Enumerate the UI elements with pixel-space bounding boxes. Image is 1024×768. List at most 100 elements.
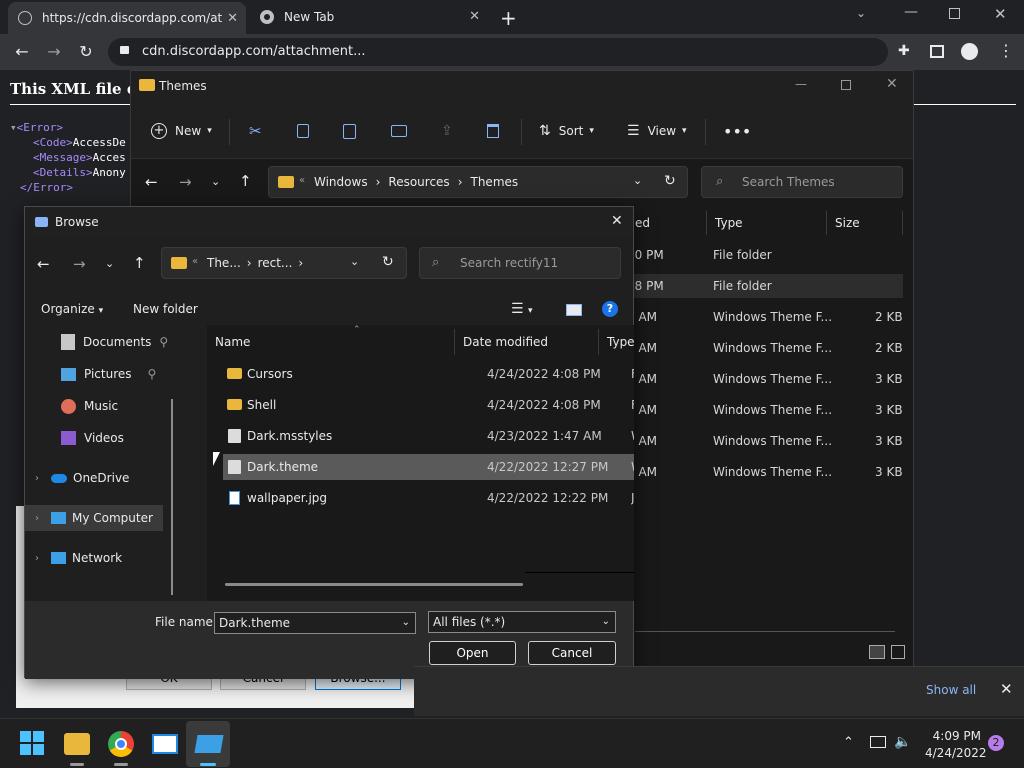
- nav-music[interactable]: Music: [61, 393, 118, 419]
- list-item[interactable]: Cursors 4/24/2022 4:08 PM File fo: [207, 361, 634, 387]
- chevron-down-icon[interactable]: ⌄: [350, 255, 359, 268]
- back-arrow-icon[interactable]: ←: [12, 42, 32, 62]
- maximize-icon[interactable]: [841, 80, 851, 90]
- tab-discord-attachment[interactable]: https://cdn.discordapp.com/attac ✕: [8, 2, 246, 34]
- open-button[interactable]: Open: [429, 641, 516, 665]
- table-row[interactable]: 5 AM Windows Theme F... 3 KB: [627, 398, 903, 422]
- tab-search-icon[interactable]: ⌄: [856, 6, 866, 20]
- copy-icon[interactable]: [297, 119, 309, 143]
- close-window-icon[interactable]: ✕: [886, 76, 898, 92]
- clock[interactable]: 4:09 PM 4/24/2022: [925, 729, 987, 760]
- up-arrow-icon[interactable]: ↑: [239, 172, 252, 190]
- cut-icon[interactable]: ✂: [249, 119, 262, 143]
- table-row[interactable]: 5 AM Windows Theme F... 2 KB: [627, 336, 903, 360]
- preview-pane-icon[interactable]: [566, 304, 582, 316]
- table-row[interactable]: 30 PM File folder: [627, 243, 903, 267]
- nav-pictures[interactable]: Pictures ⚲: [61, 361, 156, 387]
- back-arrow-icon[interactable]: ←: [37, 255, 50, 273]
- change-view-icon[interactable]: ☰ ▾: [511, 301, 533, 317]
- new-folder-button[interactable]: New folder: [133, 302, 198, 316]
- breadcrumb-item[interactable]: Themes: [471, 175, 519, 189]
- column-header-date[interactable]: ed: [627, 211, 707, 235]
- close-window-icon[interactable]: ✕: [994, 5, 1007, 23]
- profile-avatar-icon[interactable]: [961, 43, 978, 60]
- restore-icon[interactable]: [949, 8, 960, 19]
- file-type-select[interactable]: All files (*.*) ⌄: [428, 611, 616, 633]
- table-row[interactable]: 5 AM Windows Theme F... 3 KB: [627, 460, 903, 484]
- network-icon[interactable]: [870, 736, 886, 748]
- recent-locations-icon[interactable]: ⌄: [105, 257, 114, 270]
- breadcrumb-item[interactable]: The...: [207, 256, 241, 270]
- dialog-address-bar[interactable]: « The... › rect... › ⌄ ↻: [161, 247, 407, 279]
- windows-start-icon[interactable]: [20, 731, 46, 757]
- vertical-scrollbar[interactable]: [171, 399, 173, 595]
- delete-icon[interactable]: [487, 119, 499, 143]
- refresh-icon[interactable]: ↻: [664, 173, 676, 189]
- breadcrumb-item[interactable]: Resources: [388, 175, 449, 189]
- close-icon[interactable]: ✕: [1000, 680, 1013, 698]
- chevron-down-icon[interactable]: ⌄: [633, 174, 642, 187]
- forward-arrow-icon[interactable]: →: [44, 42, 64, 62]
- cancel-button[interactable]: Cancel: [528, 641, 616, 665]
- minimize-icon[interactable]: —: [904, 4, 918, 20]
- nav-videos[interactable]: Videos: [61, 425, 124, 451]
- list-item[interactable]: wallpaper.jpg 4/22/2022 12:22 PM JPG F: [207, 485, 634, 511]
- help-icon[interactable]: ?: [602, 301, 618, 317]
- chrome-icon[interactable]: [108, 731, 134, 757]
- explorer-address-bar[interactable]: « Windows › Resources › Themes ⌄ ↻: [268, 166, 688, 198]
- new-tab-button[interactable]: +: [500, 6, 517, 30]
- close-dialog-icon[interactable]: ✕: [611, 213, 623, 229]
- horizontal-scrollbar[interactable]: [225, 583, 523, 586]
- list-item[interactable]: Shell 4/24/2022 4:08 PM File fo: [207, 392, 634, 418]
- nav-my-computer[interactable]: › My Computer: [25, 505, 163, 531]
- column-header-type[interactable]: Type: [707, 211, 827, 235]
- table-row[interactable]: 5 AM Windows Theme F... 3 KB: [627, 367, 903, 391]
- details-view-icon[interactable]: [869, 645, 885, 659]
- forward-arrow-icon[interactable]: →: [179, 173, 192, 191]
- minimize-icon[interactable]: —: [795, 77, 807, 91]
- notification-badge[interactable]: 2: [988, 735, 1004, 751]
- search-input[interactable]: ⌕ Search rectify11: [419, 247, 621, 279]
- column-header-size[interactable]: Size: [827, 211, 903, 235]
- rename-icon[interactable]: [391, 119, 407, 143]
- close-tab-icon[interactable]: ✕: [227, 11, 238, 26]
- more-options-icon[interactable]: •••: [723, 119, 751, 143]
- table-row[interactable]: 5 AM Windows Theme F... 3 KB: [627, 429, 903, 453]
- control-panel-icon[interactable]: [152, 734, 178, 754]
- nav-onedrive[interactable]: › OneDrive: [35, 465, 129, 491]
- refresh-icon[interactable]: ↻: [382, 254, 394, 270]
- paste-icon[interactable]: [343, 119, 356, 143]
- organize-button[interactable]: Organize ▾: [41, 302, 103, 316]
- breadcrumb-item[interactable]: Windows: [314, 175, 368, 189]
- back-arrow-icon[interactable]: ←: [145, 173, 158, 191]
- file-name-input[interactable]: Dark.theme ⌄: [214, 612, 416, 634]
- extensions-icon[interactable]: ✚: [898, 43, 910, 59]
- table-row[interactable]: 5 AM Windows Theme F... 2 KB: [627, 305, 903, 329]
- column-header-date[interactable]: Date modified: [455, 329, 599, 355]
- column-header-type[interactable]: Type: [599, 329, 634, 355]
- column-header-name[interactable]: Name: [207, 329, 455, 355]
- horizontal-scrollbar[interactable]: [635, 631, 895, 632]
- show-all-link[interactable]: Show all: [926, 683, 976, 697]
- recent-locations-icon[interactable]: ⌄: [211, 175, 220, 188]
- breadcrumb-item[interactable]: rect...: [258, 256, 293, 270]
- file-explorer-icon[interactable]: [64, 733, 90, 755]
- volume-icon[interactable]: 🔈: [894, 734, 911, 750]
- sort-button[interactable]: ⇅ Sort ▾: [539, 119, 594, 143]
- table-row[interactable]: 08 PM File folder: [627, 274, 903, 298]
- share-icon[interactable]: ⇪: [441, 119, 453, 143]
- tiles-view-icon[interactable]: [891, 645, 905, 659]
- up-arrow-icon[interactable]: ↑: [133, 254, 146, 272]
- list-item-selected[interactable]: Dark.theme 4/22/2022 12:27 PM Wind: [223, 454, 634, 480]
- forward-arrow-icon[interactable]: →: [73, 255, 86, 273]
- tab-new-tab[interactable]: New Tab ✕: [250, 0, 488, 34]
- close-tab-icon[interactable]: ✕: [469, 9, 480, 24]
- list-item[interactable]: Dark.msstyles 4/23/2022 1:47 AM Wind: [207, 423, 634, 449]
- address-bar[interactable]: cdn.discordapp.com/attachment...: [108, 38, 888, 66]
- chevron-up-icon[interactable]: ⌃: [843, 735, 854, 750]
- view-button[interactable]: ☰ View ▾: [627, 119, 687, 143]
- search-input[interactable]: ⌕ Search Themes: [701, 166, 903, 198]
- new-button[interactable]: + New ▾: [151, 119, 212, 143]
- nav-network[interactable]: › Network: [35, 545, 122, 571]
- more-menu-icon[interactable]: ⋮: [998, 41, 1014, 60]
